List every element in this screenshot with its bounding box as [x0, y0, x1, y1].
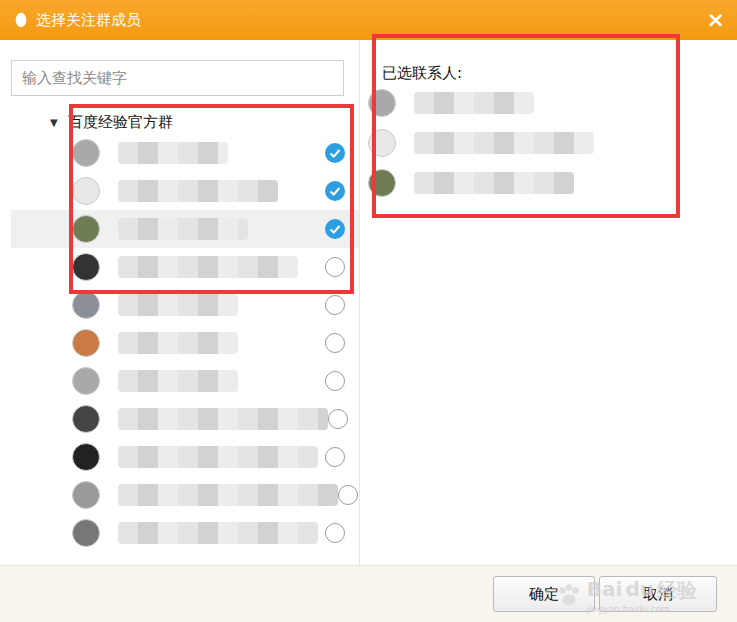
selected-panel: 已选联系人: [360, 40, 737, 565]
avatar-icon [72, 215, 100, 243]
group-name: 百度经验官方群 [68, 113, 173, 132]
member-list [0, 134, 359, 552]
member-name-blurred [118, 218, 248, 240]
window-title: 选择关注群成员 [36, 11, 701, 30]
select-checkbox[interactable] [325, 257, 345, 277]
group-header[interactable]: ▼ 百度经验官方群 [0, 110, 359, 134]
avatar-icon [72, 291, 100, 319]
avatar-icon [72, 443, 100, 471]
contact-name-blurred [414, 172, 574, 194]
dialog-body: 输入查找关键字 ▼ 百度经验官方群 已选联系人: [0, 40, 737, 565]
watermark-text: 经验 [657, 577, 697, 604]
member-name-blurred [118, 294, 238, 316]
select-checkbox[interactable] [325, 523, 345, 543]
select-checkbox[interactable] [325, 295, 345, 315]
avatar-icon [72, 519, 100, 547]
title-bar: 选择关注群成员 × [0, 0, 737, 40]
avatar-icon [368, 129, 396, 157]
member-row[interactable] [0, 514, 359, 552]
avatar-icon [72, 139, 100, 167]
avatar-icon [72, 253, 100, 281]
selected-contact[interactable] [368, 123, 737, 163]
select-checkbox[interactable] [325, 447, 345, 467]
contact-name-blurred [414, 132, 594, 154]
selected-contact[interactable] [368, 163, 737, 203]
paw-icon [555, 582, 583, 610]
qq-penguin-icon [12, 11, 30, 29]
member-row[interactable] [0, 476, 359, 514]
watermark-text: Bai [587, 577, 623, 604]
member-row[interactable] [0, 286, 359, 324]
select-checkbox[interactable] [328, 409, 348, 429]
member-name-blurred [118, 446, 318, 468]
avatar-icon [72, 367, 100, 395]
selected-contact[interactable] [368, 83, 737, 123]
dialog-button[interactable]: 取消 [599, 576, 717, 612]
member-name-blurred [118, 408, 328, 430]
select-checkbox[interactable] [325, 333, 345, 353]
member-row[interactable] [0, 248, 359, 286]
select-checkbox[interactable] [325, 143, 345, 163]
watermark: Baidu经验 jingyan.baidu.com [555, 577, 697, 614]
member-row[interactable] [0, 438, 359, 476]
member-name-blurred [118, 484, 338, 506]
watermark-text: du [625, 577, 654, 604]
member-row[interactable] [0, 172, 359, 210]
member-row[interactable] [0, 400, 359, 438]
member-row[interactable] [0, 134, 359, 172]
avatar-icon [72, 329, 100, 357]
dialog-button[interactable]: 确定 [493, 576, 595, 612]
selected-title: 已选联系人: [368, 60, 737, 83]
select-checkbox[interactable] [325, 371, 345, 391]
check-icon [325, 181, 345, 201]
member-name-blurred [118, 256, 298, 278]
watermark-url: jingyan.baidu.com [587, 604, 697, 614]
member-name-blurred [118, 180, 278, 202]
select-checkbox[interactable] [338, 485, 358, 505]
member-name-blurred [118, 142, 228, 164]
dialog: 选择关注群成员 × 输入查找关键字 ▼ 百度经验官方群 已选联系人: 确定取消 … [0, 0, 737, 622]
footer: 确定取消 [0, 565, 737, 622]
member-name-blurred [118, 522, 318, 544]
annotation-box [69, 104, 354, 294]
annotation-box [372, 34, 680, 218]
member-name-blurred [118, 332, 238, 354]
member-row[interactable] [11, 210, 359, 248]
check-icon [325, 143, 345, 163]
member-row[interactable] [0, 324, 359, 362]
avatar-icon [368, 89, 396, 117]
select-checkbox[interactable] [325, 219, 345, 239]
member-row[interactable] [0, 362, 359, 400]
search-field[interactable]: 输入查找关键字 [11, 60, 344, 96]
close-button[interactable]: × [707, 9, 725, 31]
check-icon [325, 219, 345, 239]
member-panel: 输入查找关键字 ▼ 百度经验官方群 [0, 40, 360, 565]
avatar-icon [72, 481, 100, 509]
expand-toggle[interactable]: ▼ [50, 117, 58, 128]
avatar-icon [72, 177, 100, 205]
contact-name-blurred [414, 92, 534, 114]
select-checkbox[interactable] [325, 181, 345, 201]
member-name-blurred [118, 370, 238, 392]
avatar-icon [368, 169, 396, 197]
avatar-icon [72, 405, 100, 433]
